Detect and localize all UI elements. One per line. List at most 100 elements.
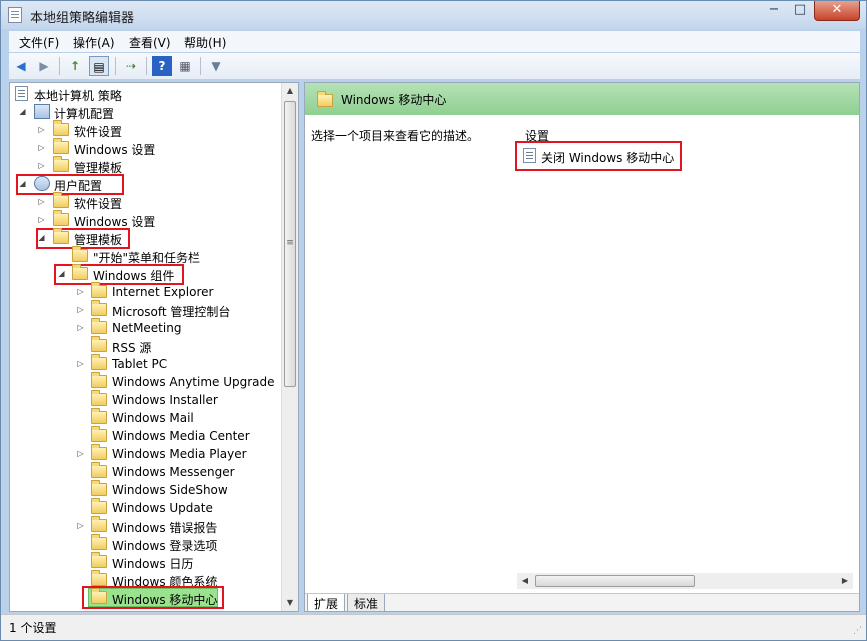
tree-component[interactable]: ▷ Windows 错误报告 <box>10 516 280 535</box>
folder-icon <box>53 156 69 172</box>
folder-icon <box>91 552 107 568</box>
maximize-button[interactable]: □ <box>787 1 813 21</box>
tree-computer-software[interactable]: ▷ 软件设置 <box>10 120 280 139</box>
folder-icon <box>91 570 107 586</box>
tree-label: RSS 源 <box>112 341 152 355</box>
tree-label: Windows Mail <box>112 411 194 425</box>
up-folder-icon[interactable]: ↑ <box>65 56 85 76</box>
tree-user-config[interactable]: ◢ 用户配置 <box>10 175 280 193</box>
folder-icon <box>91 498 107 514</box>
menu-view[interactable]: 查看(V) <box>129 34 171 51</box>
properties-icon[interactable]: ▦ <box>175 56 195 76</box>
tree-component[interactable]: ▷ NetMeeting <box>10 318 280 337</box>
tree-label: Windows Anytime Upgrade <box>112 375 275 389</box>
tree-label: Windows 组件 <box>93 269 175 283</box>
tree-label: 计算机配置 <box>54 107 115 121</box>
folder-icon <box>91 516 107 532</box>
tree-component[interactable]: ▷ Microsoft 管理控制台 <box>10 300 280 319</box>
tree-component[interactable]: RSS 源 <box>10 336 280 355</box>
scroll-left-arrow-icon[interactable]: ◀ <box>517 573 533 589</box>
scroll-thumb[interactable] <box>284 101 296 387</box>
tree-component[interactable]: Windows Media Center <box>10 426 280 445</box>
tree-label: Windows 设置 <box>74 143 156 157</box>
tree-computer-windows[interactable]: ▷ Windows 设置 <box>10 138 280 157</box>
tree-computer-admin[interactable]: ▷ 管理模板 <box>10 156 280 175</box>
expanded-arrow-icon[interactable]: ◢ <box>37 233 46 242</box>
collapsed-arrow-icon[interactable]: ▷ <box>76 323 85 332</box>
filter-icon[interactable]: ▼ <box>206 56 226 76</box>
collapsed-arrow-icon[interactable]: ▷ <box>37 197 46 206</box>
collapsed-arrow-icon[interactable]: ▷ <box>76 287 85 296</box>
tree-component[interactable]: Windows 登录选项 <box>10 534 280 553</box>
tree-label: 软件设置 <box>74 125 123 139</box>
menu-file[interactable]: 文件(F) <box>19 34 59 51</box>
user-icon <box>34 176 50 191</box>
tree-computer-config[interactable]: ◢ 计算机配置 <box>10 103 280 121</box>
minimize-button[interactable]: − <box>761 1 787 21</box>
settings-horizontal-scrollbar[interactable]: ◀ ▶ <box>517 573 853 589</box>
resize-grip-icon[interactable]: ⋰ <box>851 626 862 637</box>
help-icon[interactable]: ? <box>152 56 172 76</box>
tree-component[interactable]: Windows Installer <box>10 390 280 409</box>
folder-icon <box>91 390 107 406</box>
tree-windows-components[interactable]: ◢ Windows 组件 <box>10 264 280 283</box>
collapsed-arrow-icon[interactable]: ▷ <box>37 125 46 134</box>
policy-document-icon <box>15 86 28 101</box>
tree-component[interactable]: Windows SideShow <box>10 480 280 499</box>
menu-action[interactable]: 操作(A) <box>73 34 115 51</box>
tree-label: Windows Media Center <box>112 429 250 443</box>
folder-icon <box>91 534 107 550</box>
expanded-arrow-icon[interactable]: ◢ <box>18 107 27 116</box>
tree-component[interactable]: ▷ Tablet PC <box>10 354 280 373</box>
collapsed-arrow-icon[interactable]: ▷ <box>76 359 85 368</box>
tree-component[interactable]: ▷ Windows Media Player <box>10 444 280 463</box>
collapsed-arrow-icon[interactable]: ▷ <box>76 305 85 314</box>
description-text: 选择一个项目来查看它的描述。 <box>311 129 480 143</box>
menu-help[interactable]: 帮助(H) <box>184 34 226 51</box>
scroll-right-arrow-icon[interactable]: ▶ <box>837 573 853 589</box>
tree-component[interactable]: Windows 日历 <box>10 552 280 571</box>
close-button[interactable]: ✕ <box>814 1 860 21</box>
setting-item[interactable]: 关闭 Windows 移动中心 <box>523 147 674 165</box>
folder-icon <box>53 192 69 208</box>
collapsed-arrow-icon[interactable]: ▷ <box>76 449 85 458</box>
details-pane: Windows 移动中心 选择一个项目来查看它的描述。 设置 关闭 Window… <box>304 82 860 612</box>
expanded-arrow-icon[interactable]: ◢ <box>18 179 27 188</box>
tab-extended[interactable]: 扩展 <box>307 594 346 611</box>
tree-user-windows[interactable]: ▷ Windows 设置 <box>10 210 280 229</box>
collapsed-arrow-icon[interactable]: ▷ <box>37 143 46 152</box>
tree-user-software[interactable]: ▷ 软件设置 <box>10 192 280 211</box>
collapsed-arrow-icon[interactable]: ▷ <box>76 521 85 530</box>
tree-component[interactable]: Windows Update <box>10 498 280 517</box>
scroll-down-arrow-icon[interactable]: ▼ <box>282 595 298 611</box>
scroll-up-arrow-icon[interactable]: ▲ <box>282 83 298 99</box>
show-tree-icon[interactable]: ▤ <box>89 56 109 76</box>
tree-start-menu[interactable]: "开始"菜单和任务栏 <box>10 246 280 265</box>
expanded-arrow-icon[interactable]: ◢ <box>57 269 66 278</box>
tree-label: NetMeeting <box>112 321 182 335</box>
tree-component-selected[interactable]: Windows 移动中心 <box>10 588 280 607</box>
toolbar-separator <box>146 57 147 75</box>
folder-icon <box>53 138 69 154</box>
app-window: 本地组策略编辑器 − □ ✕ 文件(F) 操作(A) 查看(V) 帮助(H) ◀… <box>0 0 867 641</box>
back-arrow-icon[interactable]: ◀ <box>11 56 31 76</box>
folder-icon <box>53 228 69 244</box>
tree-component[interactable]: Windows Messenger <box>10 462 280 481</box>
folder-icon <box>91 480 107 496</box>
folder-icon <box>91 462 107 478</box>
tree-component[interactable]: Windows Anytime Upgrade <box>10 372 280 391</box>
export-list-icon[interactable]: ⇢ <box>121 56 141 76</box>
tree-root[interactable]: 本地计算机 策略 <box>10 85 280 103</box>
collapsed-arrow-icon[interactable]: ▷ <box>37 161 46 170</box>
forward-arrow-icon[interactable]: ▶ <box>34 56 54 76</box>
tree-pane[interactable]: 本地计算机 策略 ◢ 计算机配置 ▷ 软件设置 ▷ Windows 设置 ▷ 管… <box>9 82 299 612</box>
tree-user-admin[interactable]: ◢ 管理模板 <box>10 228 280 247</box>
tree-component[interactable]: Windows Mail <box>10 408 280 427</box>
tab-standard[interactable]: 标准 <box>347 594 386 611</box>
scroll-thumb[interactable] <box>535 575 695 587</box>
folder-icon <box>91 300 107 316</box>
tree-vertical-scrollbar[interactable]: ▲ ▼ <box>281 83 298 611</box>
collapsed-arrow-icon[interactable]: ▷ <box>37 215 46 224</box>
tree-component[interactable]: ▷ Internet Explorer <box>10 282 280 301</box>
tree-label: Windows 登录选项 <box>112 539 218 553</box>
